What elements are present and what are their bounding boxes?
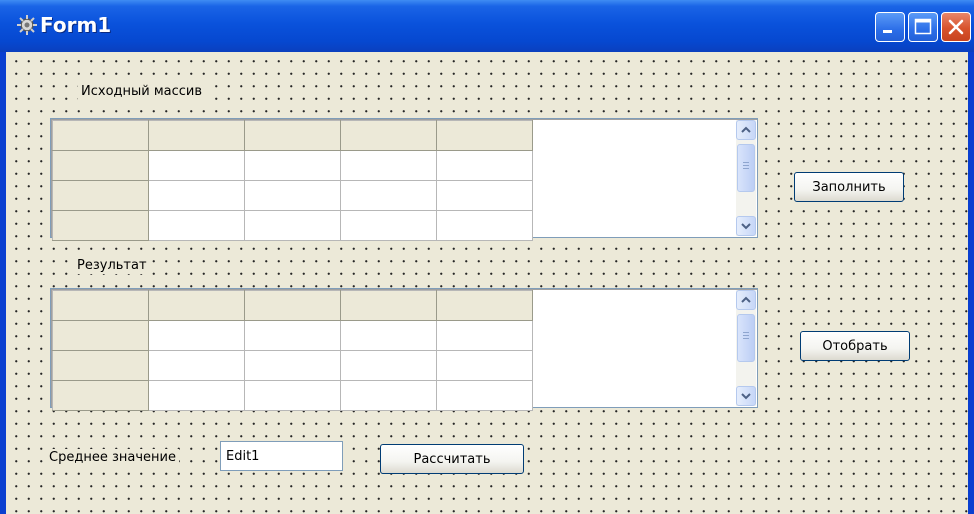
grid-fixed-cell	[52, 120, 149, 151]
close-icon	[948, 19, 964, 35]
grid-cell[interactable]	[148, 210, 245, 241]
grid-fixed-cell	[340, 120, 437, 151]
grid-fixed-cell	[148, 120, 245, 151]
grid-cell[interactable]	[340, 320, 437, 351]
grid-cell[interactable]	[340, 150, 437, 181]
chevron-down-icon	[741, 223, 751, 230]
grid-cell[interactable]	[436, 350, 533, 381]
grid-fixed-cell	[52, 350, 149, 381]
grid-fixed-cell	[52, 180, 149, 211]
grid-fixed-cell	[340, 290, 437, 321]
grid-fixed-cell	[148, 290, 245, 321]
title-bar[interactable]: Form1	[0, 0, 974, 52]
result-label: Результат	[74, 257, 150, 274]
scroll-thumb[interactable]	[737, 144, 755, 192]
result-table	[52, 290, 533, 411]
grid-fixed-cell	[436, 290, 533, 321]
grid-row	[52, 380, 533, 411]
grid-fixed-cell	[244, 290, 341, 321]
grid-fixed-cell	[436, 120, 533, 151]
grid-cell[interactable]	[436, 150, 533, 181]
grid-cell[interactable]	[436, 380, 533, 411]
scroll-up-button[interactable]	[736, 120, 756, 140]
window-title: Form1	[40, 13, 112, 37]
grid-row	[52, 150, 533, 181]
minimize-button[interactable]	[875, 12, 905, 42]
grid-header-row	[52, 290, 533, 321]
source-array-label: Исходный массив	[78, 83, 206, 100]
grid-cell[interactable]	[244, 210, 341, 241]
grid-cell[interactable]	[340, 210, 437, 241]
grid-fixed-cell	[244, 120, 341, 151]
form-client-area: Исходный массив Заполнить Результат Отоб…	[6, 52, 968, 514]
grid-fixed-cell	[52, 320, 149, 351]
scroll-down-button[interactable]	[736, 216, 756, 236]
source-grid-scrollbar[interactable]	[736, 120, 756, 236]
fill-button[interactable]: Заполнить	[794, 172, 904, 202]
chevron-up-icon	[741, 296, 751, 303]
grid-fixed-cell	[52, 290, 149, 321]
grid-cell[interactable]	[244, 350, 341, 381]
grid-fixed-cell	[52, 150, 149, 181]
grid-cell[interactable]	[244, 150, 341, 181]
grid-cell[interactable]	[148, 380, 245, 411]
form-window: Form1 Исходный массив Заполнить Результа…	[0, 0, 974, 514]
grid-cell[interactable]	[244, 180, 341, 211]
grid-row	[52, 350, 533, 381]
grid-cell[interactable]	[340, 380, 437, 411]
source-array-table	[52, 120, 533, 241]
grid-cell[interactable]	[436, 210, 533, 241]
grid-cell[interactable]	[148, 150, 245, 181]
scroll-down-button[interactable]	[736, 386, 756, 406]
calculate-button[interactable]: Рассчитать	[380, 444, 524, 474]
chevron-down-icon	[741, 393, 751, 400]
chevron-up-icon	[741, 126, 751, 133]
grid-row	[52, 180, 533, 211]
grid-cell[interactable]	[148, 180, 245, 211]
source-array-grid[interactable]	[50, 118, 758, 241]
result-grid[interactable]	[50, 288, 758, 411]
grid-cell[interactable]	[340, 180, 437, 211]
form-icon	[17, 15, 37, 35]
scroll-thumb[interactable]	[737, 314, 755, 362]
grid-fixed-cell	[52, 380, 149, 411]
grid-cell[interactable]	[340, 350, 437, 381]
grid-cell[interactable]	[148, 320, 245, 351]
grid-row	[52, 210, 533, 241]
grid-header-row	[52, 120, 533, 151]
maximize-icon	[914, 18, 932, 35]
scroll-up-button[interactable]	[736, 290, 756, 310]
grid-fixed-cell	[52, 210, 149, 241]
maximize-button[interactable]	[908, 12, 938, 42]
average-label: Среднее значение	[46, 449, 179, 466]
result-grid-scrollbar[interactable]	[736, 290, 756, 406]
grid-cell[interactable]	[148, 350, 245, 381]
grid-cell[interactable]	[436, 320, 533, 351]
grid-cell[interactable]	[244, 320, 341, 351]
grid-cell[interactable]	[436, 180, 533, 211]
select-button[interactable]: Отобрать	[800, 331, 910, 361]
average-edit[interactable]	[220, 441, 343, 471]
minimize-icon	[883, 30, 892, 33]
grid-row	[52, 320, 533, 351]
grid-cell[interactable]	[244, 380, 341, 411]
close-button[interactable]	[941, 12, 971, 42]
